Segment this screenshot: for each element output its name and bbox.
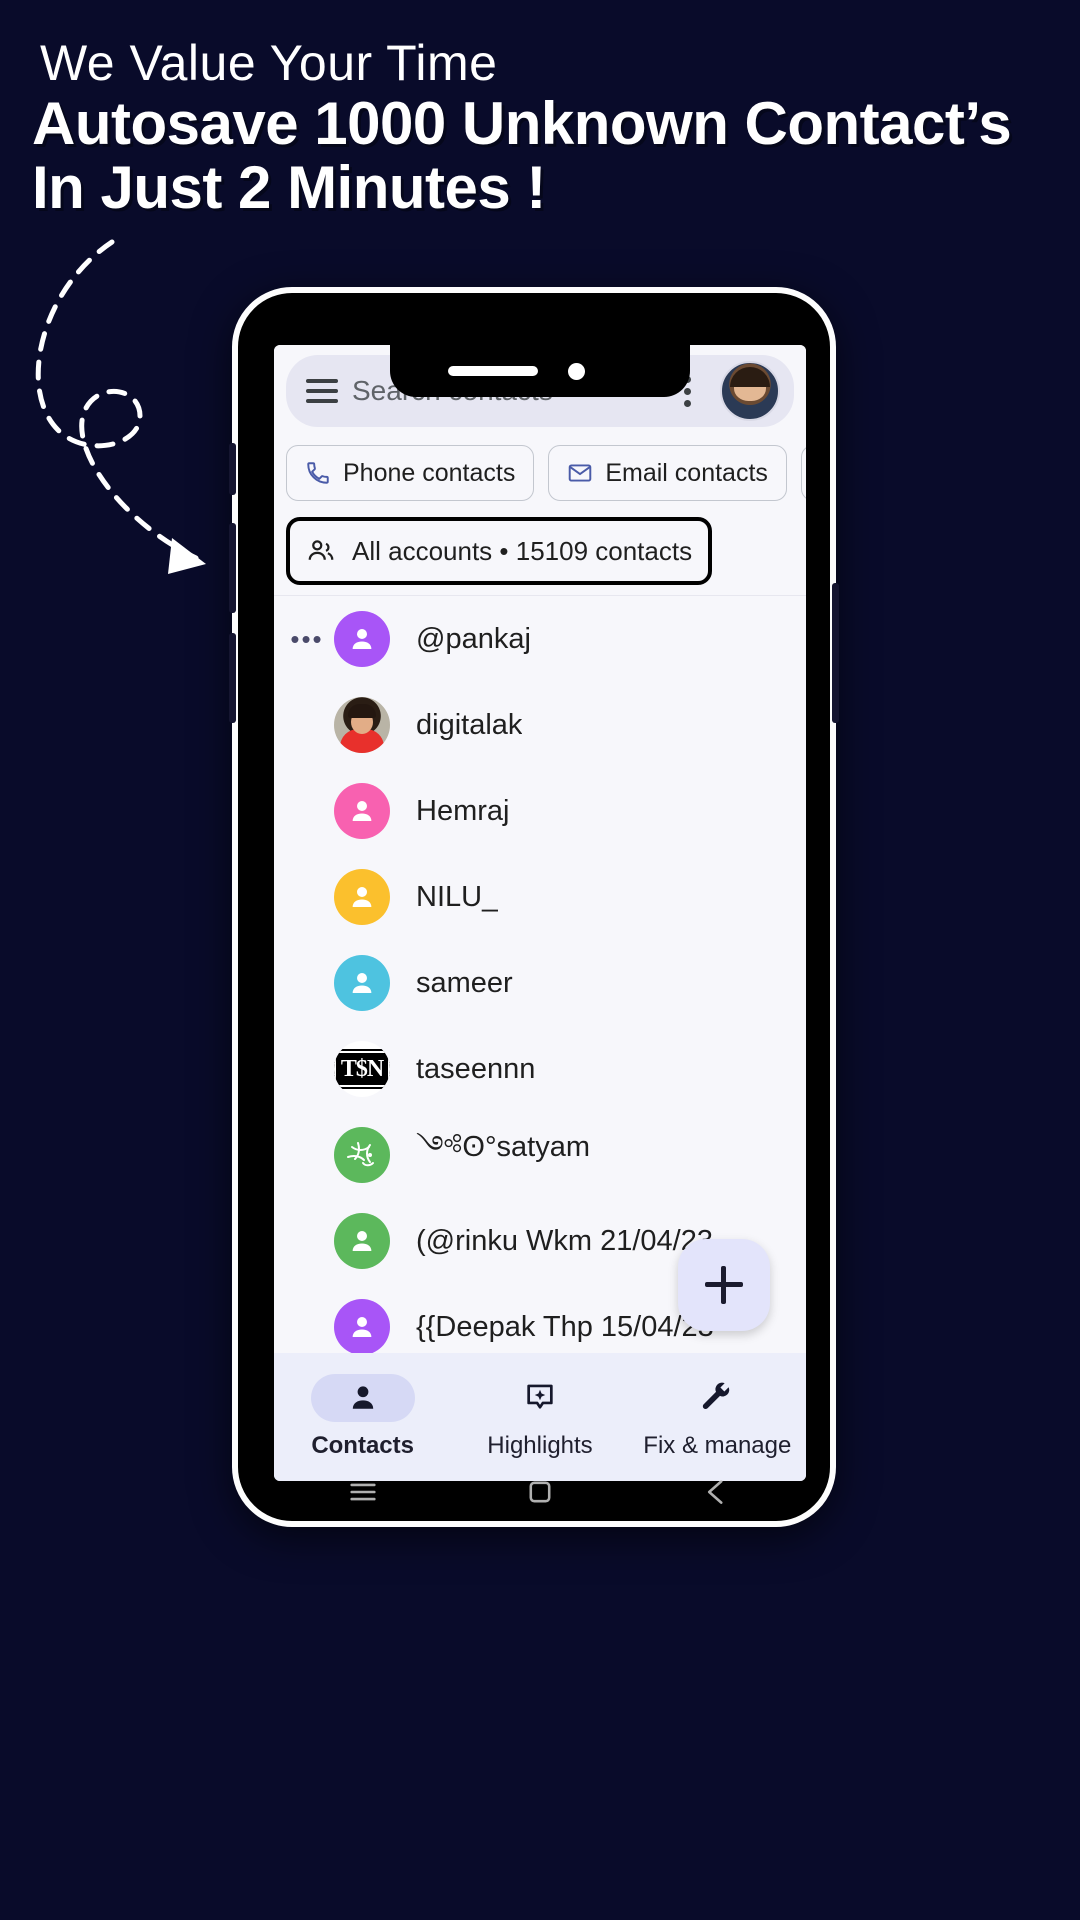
person-filled-icon <box>352 1386 373 1409</box>
list-item[interactable]: T$N taseennn <box>274 1026 806 1112</box>
list-item[interactable]: ••• @pankaj <box>274 596 806 682</box>
chip-work-contacts[interactable] <box>800 445 806 501</box>
envelope-icon <box>569 464 592 482</box>
chip-email-contacts[interactable]: Email contacts <box>548 445 787 501</box>
earpiece-speaker <box>448 366 538 376</box>
person-icon <box>352 973 372 993</box>
create-contact-fab[interactable] <box>678 1239 770 1331</box>
wrench-icon <box>665 1374 769 1422</box>
promo-headline-line-1: Autosave 1000 Unknown Contact’s <box>32 90 1012 157</box>
contact-name: {{Deepak Thp 15/04/23 <box>416 1310 714 1343</box>
list-item[interactable]: sameer <box>274 940 806 1026</box>
row-leading-dots: ••• <box>290 624 324 654</box>
filter-chips: Phone contacts Email contacts <box>274 435 806 507</box>
contact-name: Hemraj <box>416 794 510 827</box>
list-item[interactable]: NILU_ <box>274 854 806 940</box>
contact-name: sameer <box>416 966 513 999</box>
contact-name: @pankaj <box>416 622 531 655</box>
chip-phone-contacts[interactable]: Phone contacts <box>286 445 535 501</box>
phone-notch <box>390 345 690 397</box>
tab-label: Contacts <box>311 1432 414 1459</box>
phone-volume-down-button <box>229 633 236 723</box>
back-icon[interactable] <box>700 1475 734 1509</box>
tab-highlights[interactable]: Highlights <box>451 1374 628 1460</box>
promo-headline: Autosave 1000 Unknown Contact’s In Just … <box>32 90 1080 222</box>
phone-icon <box>307 462 329 484</box>
contact-name: taseennn <box>416 1052 536 1085</box>
list-item[interactable]: digitalak <box>274 682 806 768</box>
account-selector-label: All accounts • 15109 contacts <box>352 535 693 566</box>
contact-avatar <box>334 869 390 925</box>
home-icon[interactable] <box>523 1475 557 1509</box>
android-system-nav <box>274 1469 806 1515</box>
sparkle-badge-glyph <box>527 1384 553 1409</box>
swirl-icon <box>347 1142 374 1167</box>
tab-fix-and-manage[interactable]: Fix & manage <box>629 1374 806 1460</box>
contact-name: ༺ʘ°satyam <box>416 1131 591 1163</box>
wrench-glyph <box>703 1382 730 1410</box>
person-icon <box>352 1317 372 1337</box>
person-icon <box>310 1374 415 1422</box>
contact-name: NILU_ <box>416 880 499 913</box>
plus-icon <box>705 1266 743 1304</box>
account-selector[interactable]: All accounts • 15109 contacts <box>286 517 713 585</box>
promo-eyebrow: We Value Your Time <box>40 35 498 91</box>
avatar[interactable] <box>720 361 780 421</box>
phone-power-button <box>832 583 839 723</box>
person-icon <box>352 801 372 821</box>
contact-avatar <box>334 1299 390 1355</box>
contact-avatar <box>334 1127 390 1183</box>
chip-label: Email contacts <box>605 458 768 487</box>
list-item[interactable]: Hemraj <box>274 768 806 854</box>
contact-avatar <box>334 697 390 753</box>
list-item[interactable]: ༺ʘ°satyam <box>274 1112 806 1198</box>
hamburger-icon[interactable] <box>306 379 338 403</box>
tab-label: Highlights <box>487 1432 593 1459</box>
tab-contacts[interactable]: Contacts <box>274 1374 451 1460</box>
sparkle-badge-icon <box>488 1374 592 1422</box>
contact-avatar: T$N <box>334 1041 390 1097</box>
person-icon <box>352 629 372 649</box>
phone-screen: Search contacts Phone contacts Email con… <box>274 345 806 1481</box>
person-icon <box>352 887 372 907</box>
people-group-icon <box>308 540 334 560</box>
recents-icon[interactable] <box>346 1475 380 1509</box>
bottom-navigation: Contacts Highlights Fix & manage <box>274 1353 806 1481</box>
contact-avatar <box>334 783 390 839</box>
promo-headline-line-2: In Just 2 Minutes ! <box>32 154 546 222</box>
contact-avatar <box>334 955 390 1011</box>
phone-mockup: Search contacts Phone contacts Email con… <box>229 287 839 1527</box>
account-selector-wrap: All accounts • 15109 contacts <box>274 507 806 595</box>
dashed-arrow <box>35 239 206 574</box>
contact-avatar <box>334 611 390 667</box>
person-icon <box>352 1231 372 1251</box>
contact-name: digitalak <box>416 708 523 741</box>
tsn-logo: T$N <box>334 1051 390 1087</box>
contact-name: (@rinku Wkm 21/04/23 <box>416 1224 713 1257</box>
tab-label: Fix & manage <box>643 1432 792 1459</box>
chip-label: Phone contacts <box>343 458 516 487</box>
contact-avatar <box>334 1213 390 1269</box>
front-camera <box>568 363 585 380</box>
